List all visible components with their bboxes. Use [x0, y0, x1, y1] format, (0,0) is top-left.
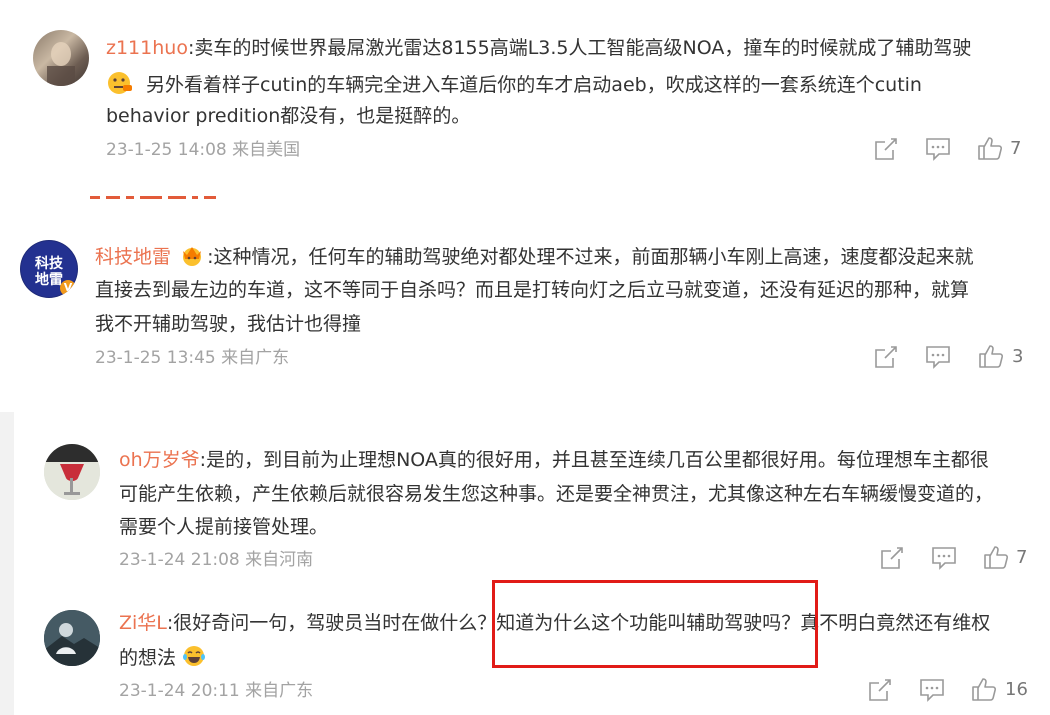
comment-text: 直接去到最左边的车道，这不等同于自杀吗？而且是打转向灯之后立马就变道，还没有延迟…: [95, 279, 969, 301]
text-line: 直接去到最左边的车道，这不等同于自杀吗？而且是打转向灯之后立马就变道，还没有延迟…: [95, 279, 970, 301]
thinking-emoji: [106, 71, 134, 100]
avatar[interactable]: [44, 610, 100, 666]
like-count: 16: [1005, 679, 1028, 700]
username-link[interactable]: oh万岁爷: [119, 449, 200, 471]
like-count: 7: [1010, 138, 1022, 159]
verified-badge: V: [60, 280, 76, 296]
comment-text: 需要个人提前接管处理。: [119, 516, 328, 538]
text-line: :这种情况，任何车的辅助驾驶绝对都处理不过来，前面那辆小车刚上高速，速度都没起来…: [207, 246, 974, 268]
avatar-image: [47, 42, 75, 86]
text-line: 可能产生依赖，产生依赖后就很容易发生您这种事。还是要全神贯注，尤其像这种左右车辆…: [119, 483, 994, 505]
location: 来自美国: [232, 140, 301, 160]
location: 来自河南: [245, 550, 314, 570]
thumbs-up-icon[interactable]: [977, 135, 1003, 161]
text-line: behavior predition都没有，也是挺醉的。: [106, 105, 471, 127]
comment-icon[interactable]: [919, 677, 945, 703]
share-icon[interactable]: [867, 677, 893, 703]
svg-text:科技: 科技: [35, 255, 64, 272]
svg-text:地雷: 地雷: [35, 271, 63, 288]
avatar-image: [44, 610, 100, 666]
timestamp: 23-1-25 14:08: [106, 140, 227, 160]
thumbs-up-icon[interactable]: [983, 544, 1009, 570]
text-line: 卖车的时候世界最屌激光雷达8155高端L3.5人工智能高级NOA，撞车的时候就成…: [194, 37, 972, 59]
highlight-box: [492, 580, 818, 668]
crown-emoji: [179, 244, 205, 271]
comment-meta: 23-1-24 20:11 来自广东: [119, 680, 313, 702]
share-icon[interactable]: [879, 545, 905, 571]
username-link[interactable]: Zi华L: [119, 612, 167, 634]
avatar[interactable]: [33, 30, 89, 86]
reply-thread-indicator: [0, 412, 14, 715]
comment-meta: 23-1-24 21:08 来自河南: [119, 549, 313, 571]
avatar[interactable]: [44, 444, 100, 500]
comment-text: behavior predition都没有，也是挺醉的。: [106, 105, 470, 127]
thumbs-up-icon[interactable]: [978, 343, 1004, 369]
text-line: 的想法: [119, 647, 177, 669]
comment-icon[interactable]: [925, 136, 951, 162]
clipped-text-fragment: [90, 196, 230, 206]
timestamp: 23-1-24 20:11: [119, 681, 240, 701]
text-line: 另外看着样子cutin的车辆完全进入车道后你的车才启动aeb，吹成这样的一套系统…: [146, 74, 922, 96]
thumbs-up-icon[interactable]: [971, 676, 997, 702]
comment-text: z111huo:卖车的时候世界最屌激光雷达8155高端L3.5人工智能高级NOA…: [106, 37, 971, 59]
share-icon[interactable]: [873, 344, 899, 370]
comment-text: oh万岁爷:是的，到目前为止理想NOA真的很好用，并且甚至连续几百公里都很好用。…: [119, 449, 989, 471]
comment-text: 另外看着样子cutin的车辆完全进入车道后你的车才启动aeb，吹成这样的一套系统…: [106, 71, 922, 100]
comment-text: 我不开辅助驾驶，我估计也得撞: [95, 313, 361, 335]
timestamp: 23-1-25 13:45: [95, 348, 216, 368]
comment-text: 的想法: [119, 645, 206, 672]
comment-icon[interactable]: [931, 545, 957, 571]
text-line: 需要个人提前接管处理。: [119, 516, 329, 538]
username-link[interactable]: z111huo: [106, 37, 188, 59]
comment-icon[interactable]: [925, 344, 951, 370]
laugh-cry-emoji: [182, 645, 206, 672]
location: 来自广东: [245, 681, 314, 701]
avatar-image: [44, 444, 100, 500]
location: 来自广东: [221, 348, 290, 368]
like-count: 7: [1016, 547, 1028, 568]
text-line: :是的，到目前为止理想NOA真的很好用，并且甚至连续几百公里都很好用。每位理想车…: [199, 449, 989, 471]
share-icon[interactable]: [873, 136, 899, 162]
comment-meta: 23-1-25 14:08 来自美国: [106, 139, 300, 161]
avatar[interactable]: 科技 地雷 V: [20, 240, 78, 298]
comment-meta: 23-1-25 13:45 来自广东: [95, 347, 289, 369]
timestamp: 23-1-24 21:08: [119, 550, 240, 570]
username-link[interactable]: 科技地雷: [95, 246, 171, 268]
text-line: 我不开辅助驾驶，我估计也得撞: [95, 313, 362, 335]
like-count: 3: [1012, 346, 1024, 367]
comment-text: 科技地雷 :这种情况，任何车的辅助驾驶绝对都处理不过来，前面那辆小车刚上高速，速…: [95, 244, 973, 271]
comment-text: 可能产生依赖，产生依赖后就很容易发生您这种事。还是要全神贯注，尤其像这种左右车辆…: [119, 483, 993, 505]
